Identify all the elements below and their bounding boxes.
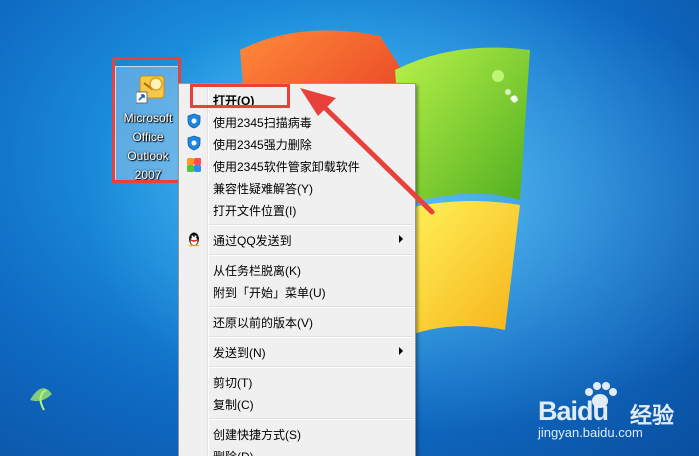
baidu-jingyan-watermark: Baidu 经验 jingyan.baidu.com	[530, 378, 695, 448]
menu-item-compat-troubleshoot[interactable]: 兼容性疑难解答(Y)	[181, 176, 413, 198]
menu-separator	[209, 418, 413, 420]
menu-item-label: 附到「开始」菜单(U)	[213, 286, 326, 300]
menu-item-create-shortcut[interactable]: 创建快捷方式(S)	[181, 422, 413, 444]
desktop: Microsoft Office Outlook 2007 打开(O) 使用23…	[0, 0, 699, 456]
menu-separator	[209, 254, 413, 256]
menu-item-2345-scan[interactable]: 使用2345扫描病毒	[181, 110, 413, 132]
menu-item-label: 还原以前的版本(V)	[213, 316, 313, 330]
shield-blue-icon	[187, 135, 201, 151]
menu-item-pin-start[interactable]: 附到「开始」菜单(U)	[181, 280, 413, 302]
menu-separator	[209, 366, 413, 368]
menu-item-label: 通过QQ发送到	[213, 234, 292, 248]
annotation-box-shortcut	[112, 57, 181, 183]
menu-separator	[209, 306, 413, 308]
menu-item-label: 复制(C)	[213, 398, 254, 412]
menu-separator	[209, 336, 413, 338]
menu-item-label: 从任务栏脱离(K)	[213, 264, 301, 278]
submenu-arrow-icon	[399, 235, 403, 243]
menu-item-label: 兼容性疑难解答(Y)	[213, 182, 313, 196]
colorful-squares-icon	[187, 158, 201, 172]
menu-item-label: 创建快捷方式(S)	[213, 428, 301, 442]
menu-item-label: 使用2345软件管家卸载软件	[213, 160, 360, 174]
submenu-arrow-icon	[399, 347, 403, 355]
menu-item-label: 使用2345强力删除	[213, 138, 312, 152]
menu-item-2345-uninstall[interactable]: 使用2345软件管家卸载软件	[181, 154, 413, 176]
menu-item-unpin-taskbar[interactable]: 从任务栏脱离(K)	[181, 258, 413, 280]
menu-item-restore-previous[interactable]: 还原以前的版本(V)	[181, 310, 413, 332]
menu-item-open-file-location[interactable]: 打开文件位置(I)	[181, 198, 413, 220]
menu-item-label: 剪切(T)	[213, 376, 253, 390]
watermark-brand: Baidu	[538, 396, 609, 426]
menu-separator	[209, 224, 413, 226]
qq-penguin-icon	[189, 232, 199, 247]
menu-item-copy[interactable]: 复制(C)	[181, 392, 413, 414]
menu-item-label: 发送到(N)	[213, 346, 266, 360]
menu-item-label: 使用2345扫描病毒	[213, 116, 312, 130]
menu-item-delete[interactable]: 删除(D)	[181, 444, 413, 456]
annotation-box-open	[190, 84, 290, 108]
menu-item-cut[interactable]: 剪切(T)	[181, 370, 413, 392]
menu-item-2345-delete[interactable]: 使用2345强力删除	[181, 132, 413, 154]
menu-item-send-to[interactable]: 发送到(N)	[181, 340, 413, 362]
shield-blue-icon	[187, 113, 201, 129]
menu-item-send-via-qq[interactable]: 通过QQ发送到	[181, 228, 413, 250]
menu-item-label: 打开文件位置(I)	[213, 204, 297, 218]
context-menu: 打开(O) 使用2345扫描病毒 使用2345强力删除 使用2345软件管家卸载…	[178, 83, 416, 456]
watermark-url: jingyan.baidu.com	[538, 425, 643, 440]
menu-item-label: 删除(D)	[213, 448, 254, 456]
